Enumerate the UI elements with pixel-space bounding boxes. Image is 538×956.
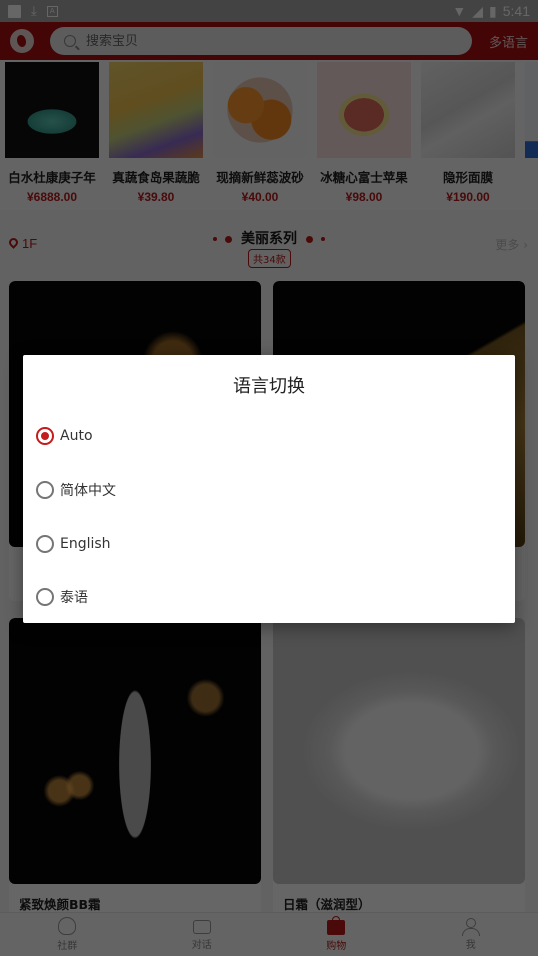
option-label: 泰语 (60, 590, 88, 606)
option-label: English (60, 536, 111, 552)
language-option-simplified-chinese[interactable]: 简体中文 (36, 470, 502, 510)
radio-button[interactable] (36, 481, 54, 499)
radio-button-checked[interactable] (36, 427, 54, 445)
app-screen: ⤓ A ▼ ◢ ▮ 5:41 多语言 白水杜康庚子年 ¥6888.00 真蔬食岛… (0, 0, 538, 956)
option-label: Auto (60, 428, 93, 444)
radio-button[interactable] (36, 588, 54, 606)
option-label: 简体中文 (60, 483, 116, 499)
language-option-english[interactable]: English (36, 524, 502, 564)
language-switch-dialog: 语言切换 Auto 简体中文 English 泰语 (23, 355, 515, 623)
language-option-thai[interactable]: 泰语 (36, 577, 502, 617)
radio-button[interactable] (36, 535, 54, 553)
dialog-title: 语言切换 (233, 376, 305, 397)
language-option-auto[interactable]: Auto (36, 416, 502, 456)
